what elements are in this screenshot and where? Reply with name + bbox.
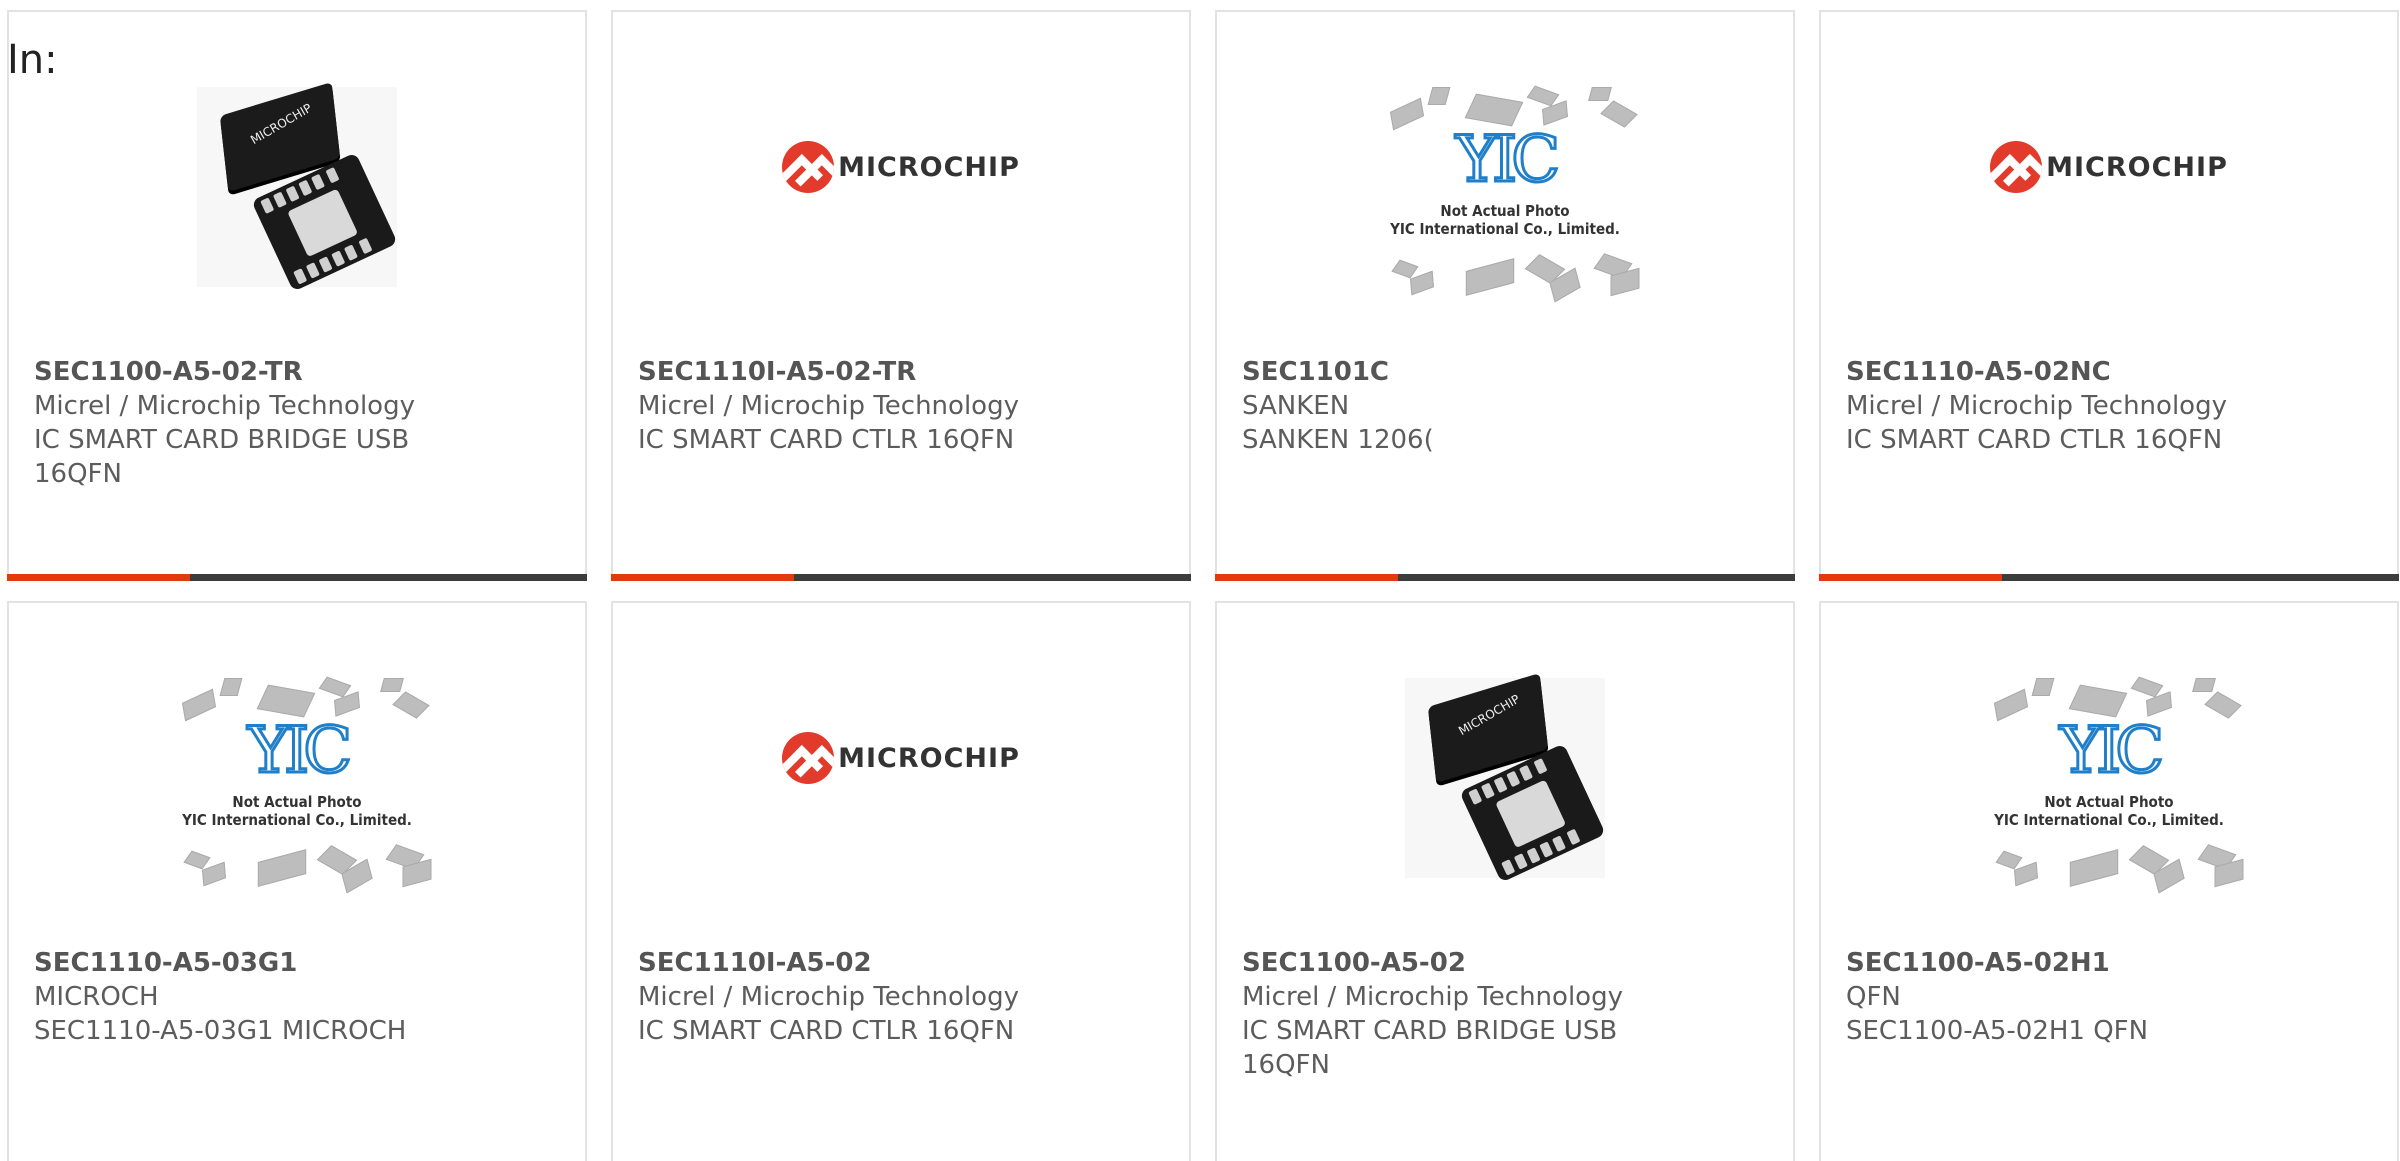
yic-logo-icon: YIC [1454,121,1561,198]
part-number-link[interactable]: SEC1110-A5-03G1 [34,946,454,980]
microchip-logo: MICROCHIP [782,141,1020,193]
part-number-link[interactable]: SEC1100-A5-02 [1242,946,1662,980]
yic-placeholder-image: YIC Not Actual Photo YIC International Co.… [1370,67,1640,307]
description-line-2: 16QFN [34,459,122,489]
manufacturer: Micrel / Microchip Technology [638,391,1019,421]
product-card[interactable]: YIC Not Actual Photo YIC International Co.… [1215,10,1795,581]
product-card[interactable]: YIC Not Actual Photo YIC International Co.… [1819,601,2399,1161]
part-number-link[interactable]: SEC1100-A5-02-TR [34,355,454,389]
product-card[interactable]: MICROCHIP SEC1100-A5-02 Micrel / Microch… [1215,601,1795,1161]
product-info: SEC1110I-A5-02 Micrel / Microchip Techno… [638,946,1058,1048]
product-card[interactable]: YIC Not Actual Photo YIC International Co.… [7,601,587,1161]
microchip-logo: MICROCHIP [782,732,1020,784]
card-accent-bar [1215,574,1795,581]
description-line-1: IC SMART CARD BRIDGE USB [1242,1016,1618,1046]
product-info: SEC1101C SANKEN SANKEN 1206( [1242,355,1662,457]
microchip-logo-icon [1990,141,2043,193]
product-card[interactable]: MICROCHIP SEC1100-A5-02-TR Micrel / Micr… [7,10,587,581]
description-line-1: IC SMART CARD BRIDGE USB [34,425,410,455]
yic-placeholder-image: YIC Not Actual Photo YIC International Co.… [162,658,432,898]
yic-caption: Not Actual Photo YIC International Co., L… [1390,202,1620,238]
product-image[interactable]: YIC Not Actual Photo YIC International Co.… [9,673,585,894]
manufacturer: Micrel / Microchip Technology [34,391,415,421]
part-number-link[interactable]: SEC1100-A5-02H1 [1846,946,2266,980]
part-number-link[interactable]: SEC1110I-A5-02-TR [638,355,1058,389]
microchip-logo-icon [782,732,835,784]
filter-in-label: In: [7,37,58,83]
product-card[interactable]: MICROCHIP SEC1110I-A5-02-TR Micrel / Mic… [611,10,1191,581]
search-results-page: MICROCHIP SEC1100-A5-02-TR Micrel / Micr… [0,0,2400,1161]
product-info: SEC1110-A5-02NC Micrel / Microchip Techn… [1846,355,2266,457]
card-accent-bar [7,574,587,581]
product-image[interactable]: MICROCHIP [613,82,1189,292]
product-image[interactable]: MICROCHIP [9,81,585,292]
description-line-1: IC SMART CARD CTLR 16QFN [638,425,1015,455]
product-info: SEC1110I-A5-02-TR Micrel / Microchip Tec… [638,355,1058,457]
part-number-link[interactable]: SEC1110I-A5-02 [638,946,1058,980]
product-image[interactable]: MICROCHIP [613,673,1189,883]
qfn-chip-photo: MICROCHIP [197,81,398,292]
yic-caption: Not Actual Photo YIC International Co., L… [1994,793,2224,829]
manufacturer: QFN [1846,982,1901,1012]
yic-logo-icon: YIC [246,712,353,789]
product-info: SEC1100-A5-02-TR Micrel / Microchip Tech… [34,355,454,491]
yic-placeholder-image: YIC Not Actual Photo YIC International Co.… [1974,658,2244,898]
manufacturer: Micrel / Microchip Technology [638,982,1019,1012]
part-number-link[interactable]: SEC1101C [1242,355,1662,389]
manufacturer: MICROCH [34,982,159,1012]
product-image[interactable]: YIC Not Actual Photo YIC International Co.… [1821,673,2397,894]
product-image[interactable]: YIC Not Actual Photo YIC International Co.… [1217,82,1793,303]
yic-caption: Not Actual Photo YIC International Co., L… [182,793,412,829]
card-accent-bar [611,574,1191,581]
manufacturer: Micrel / Microchip Technology [1242,982,1623,1012]
product-card[interactable]: MICROCHIP SEC1110I-A5-02 Micrel / Microc… [611,601,1191,1161]
product-info: SEC1110-A5-03G1 MICROCH SEC1110-A5-03G1 … [34,946,454,1048]
product-card[interactable]: MICROCHIP SEC1110-A5-02NC Micrel / Micro… [1819,10,2399,581]
product-image[interactable]: MICROCHIP [1821,82,2397,292]
manufacturer: Micrel / Microchip Technology [1846,391,2227,421]
microchip-logo: MICROCHIP [1990,141,2228,193]
microchip-logo-icon [782,141,835,193]
description-line-1: SANKEN 1206( [1242,425,1434,455]
manufacturer: SANKEN [1242,391,1350,421]
qfn-chip-photo: MICROCHIP [1405,672,1606,883]
description-line-1: IC SMART CARD CTLR 16QFN [1846,425,2223,455]
description-line-1: SEC1100-A5-02H1 QFN [1846,1016,2149,1046]
description-line-1: SEC1110-A5-03G1 MICROCH [34,1016,407,1046]
card-accent-bar [1819,574,2399,581]
part-number-link[interactable]: SEC1110-A5-02NC [1846,355,2266,389]
product-info: SEC1100-A5-02 Micrel / Microchip Technol… [1242,946,1662,1082]
yic-logo-icon: YIC [2058,712,2165,789]
product-image[interactable]: MICROCHIP [1217,672,1793,883]
description-line-2: 16QFN [1242,1050,1330,1080]
description-line-1: IC SMART CARD CTLR 16QFN [638,1016,1015,1046]
product-grid: MICROCHIP SEC1100-A5-02-TR Micrel / Micr… [7,10,2399,1161]
product-info: SEC1100-A5-02H1 QFN SEC1100-A5-02H1 QFN [1846,946,2266,1048]
